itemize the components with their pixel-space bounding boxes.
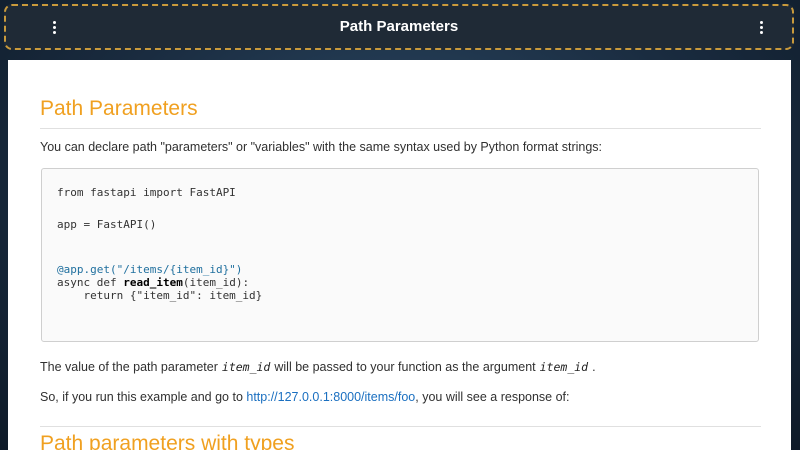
title-bar: Path Parameters: [4, 4, 794, 50]
window-title: Path Parameters: [339, 18, 459, 35]
document-page[interactable]: Path Parameters You can declare path "pa…: [8, 60, 791, 450]
heading-divider: [40, 128, 761, 129]
page-heading: Path Parameters: [40, 97, 198, 120]
code-line-import: from fastapi import FastAPI: [57, 186, 236, 199]
section-divider: [40, 426, 761, 427]
example-paragraph: So, if you run this example and go to ht…: [40, 390, 570, 404]
code-content: from fastapi import FastAPI app = FastAPI…: [57, 186, 262, 302]
code-block[interactable]: from fastapi import FastAPI app = FastAPI…: [41, 168, 759, 342]
code-line-decorator: @app.get("/items/{item_id}"): [57, 263, 243, 276]
more-vert-icon[interactable]: [751, 17, 771, 37]
example-url-link[interactable]: http://127.0.0.1:8000/items/foo: [246, 390, 415, 404]
code-line-return: return {"item_id": item_id}: [57, 289, 263, 302]
code-line-app: app = FastAPI(): [57, 218, 157, 231]
parameter-paragraph: The value of the path parameter item_id wi…: [40, 360, 596, 374]
intro-paragraph: You can declare path "parameters" or "va…: [40, 140, 603, 154]
function-name: read_item: [123, 276, 183, 289]
code-line-def: async def read_item(item_id):: [57, 276, 250, 289]
inline-code-item-id: item_id: [539, 360, 589, 374]
next-section-heading: Path parameters with types: [40, 432, 295, 450]
inline-code-item-id: item_id: [221, 360, 271, 374]
